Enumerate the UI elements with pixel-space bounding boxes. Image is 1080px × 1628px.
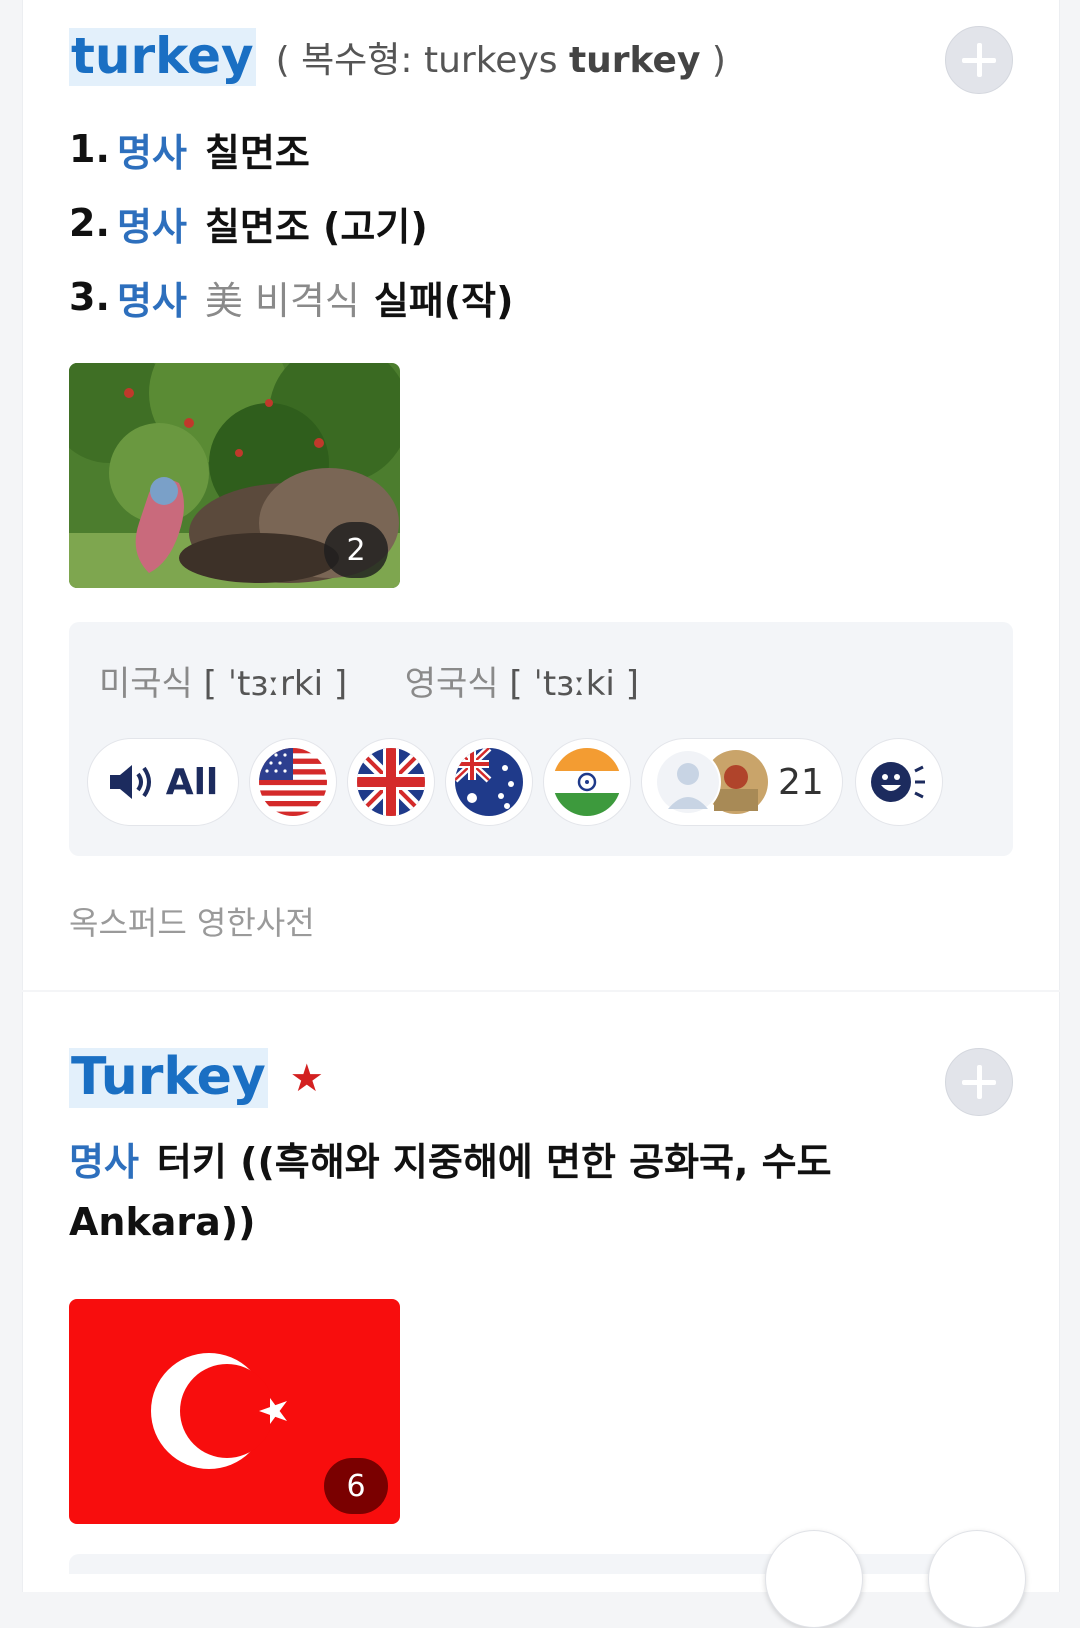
add-to-wordbook-button[interactable] — [945, 1048, 1013, 1116]
australia-flag-icon — [455, 748, 523, 816]
plural-bold: turkey — [568, 39, 701, 81]
usage-label: 美 비격식 — [204, 278, 360, 323]
headword-row: Turkey ★ — [69, 1047, 324, 1108]
uk-ipa: [ ˈtɜːki ] — [509, 664, 639, 704]
sense-number: 2. — [69, 201, 110, 245]
plus-icon — [962, 1065, 996, 1099]
speaking-face-icon — [871, 762, 925, 802]
play-all-button[interactable]: All — [87, 738, 239, 826]
importance-star-icon: ★ — [289, 1055, 324, 1100]
sense-item: 3. 명사 美 비격식 실패(작) — [69, 260, 514, 334]
sense-item: 2. 명사 칠면조 (고기) — [69, 186, 514, 260]
india-flag-icon — [553, 748, 621, 816]
headword-row: turkey ( 복수형: turkeys turkey ) — [69, 27, 726, 86]
definition-gloss: 터키 ((흑해와 지중해에 면한 공화국, 수도 Ankara)) — [69, 1140, 832, 1244]
uk-pron-label: 영국식 — [404, 664, 499, 704]
floating-audio-button[interactable] — [765, 1530, 863, 1628]
sense-gloss: 칠면조 (고기) — [204, 204, 428, 249]
pronunciation-line: 미국식 [ ˈtɜːrki ] 영국식 [ ˈtɜːki ] — [99, 656, 639, 705]
plus-icon — [962, 43, 996, 77]
us-pron-label: 미국식 — [99, 664, 193, 704]
dictionary-source[interactable]: 옥스퍼드 영한사전 — [69, 898, 315, 944]
image-count-badge: 2 — [324, 522, 388, 578]
image-count-badge: 6 — [324, 1458, 388, 1514]
australia-audio-button[interactable] — [445, 738, 533, 826]
part-of-speech: 명사 — [117, 278, 187, 323]
user-avatars-icon — [655, 749, 768, 815]
part-of-speech: 명사 — [117, 204, 187, 249]
turkey-image-thumbnail[interactable]: 2 — [69, 363, 400, 588]
plural-form: ( 복수형: turkeys turkey ) — [276, 31, 726, 83]
entry-card-Turkey: Turkey ★ 명사 터키 ((흑해와 지중해에 면한 공화국, 수도 Anka… — [22, 992, 1060, 1592]
turkey-flag-image-thumbnail[interactable]: 6 — [69, 1299, 400, 1524]
us-ipa: [ ˈtɜːrki ] — [203, 664, 348, 704]
plural-suffix: ) — [711, 39, 726, 81]
add-to-wordbook-button[interactable] — [945, 26, 1013, 94]
headword[interactable]: Turkey — [69, 1047, 268, 1108]
record-pronunciation-button[interactable] — [855, 738, 943, 826]
uk-audio-button[interactable] — [347, 738, 435, 826]
pronunciation-panel: 미국식 [ ˈtɜːrki ] 영국식 [ ˈtɜːki ] All 21 — [69, 622, 1013, 856]
entry-card-turkey: turkey ( 복수형: turkeys turkey ) 1. 명사 칠면조… — [22, 0, 1060, 990]
uk-flag-icon — [357, 748, 425, 816]
part-of-speech: 명사 — [117, 130, 187, 175]
us-flag-icon — [259, 748, 327, 816]
india-audio-button[interactable] — [543, 738, 631, 826]
part-of-speech: 명사 — [69, 1140, 139, 1184]
sense-number: 3. — [69, 275, 110, 319]
definition: 명사 터키 ((흑해와 지중해에 면한 공화국, 수도 Ankara)) — [69, 1132, 889, 1252]
speaker-icon — [109, 765, 151, 799]
play-all-label: All — [165, 761, 219, 803]
sense-gloss: 실패(작) — [373, 278, 514, 323]
sense-item: 1. 명사 칠면조 — [69, 112, 514, 186]
headword[interactable]: turkey — [69, 27, 256, 86]
sense-number: 1. — [69, 127, 110, 171]
recordings-count: 21 — [778, 761, 824, 803]
user-recordings-button[interactable]: 21 — [641, 738, 843, 826]
plural-prefix: ( 복수형: turkeys — [275, 39, 558, 81]
pronunciation-panel-top — [69, 1554, 1013, 1574]
floating-menu-button[interactable] — [928, 1530, 1026, 1628]
us-audio-button[interactable] — [249, 738, 337, 826]
sense-gloss: 칠면조 — [204, 130, 310, 175]
sense-list: 1. 명사 칠면조 2. 명사 칠면조 (고기) 3. 명사 美 비격식 실패(… — [69, 112, 514, 334]
